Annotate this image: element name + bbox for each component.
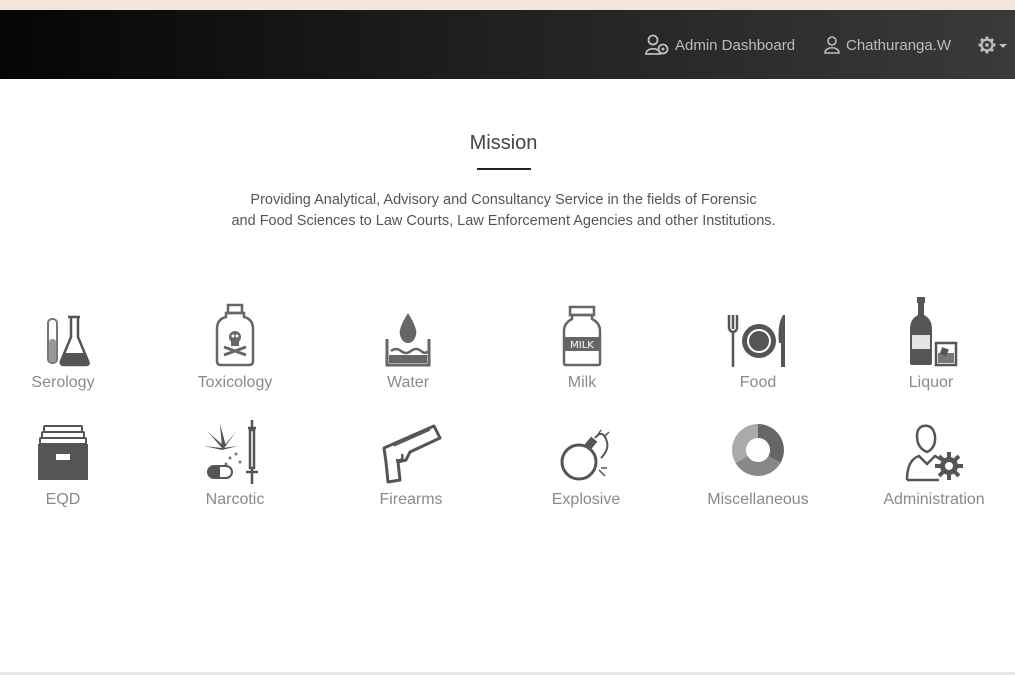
mission-line-2: and Food Sciences to Law Courts, Law Enf…: [231, 213, 776, 229]
category-serology[interactable]: Serology: [0, 297, 143, 407]
category-water[interactable]: Water: [328, 297, 488, 407]
username-label: Chathuranga.W: [846, 36, 952, 54]
donut-chart-icon: [723, 418, 793, 488]
svg-text:MILK: MILK: [570, 340, 594, 351]
category-label: Toxicology: [197, 374, 273, 391]
mission-title: Mission: [469, 132, 538, 154]
category-label: Water: [386, 374, 430, 391]
category-eqd[interactable]: EQD: [0, 414, 143, 524]
category-administration[interactable]: Administration: [854, 414, 1014, 524]
category-label: Liquor: [908, 374, 954, 391]
bottle-glass-icon: [896, 297, 966, 367]
water-drop-icon: [373, 305, 443, 375]
category-label: Miscellaneous: [707, 491, 809, 508]
category-label: EQD: [45, 491, 81, 508]
category-miscellaneous[interactable]: Miscellaneous: [678, 414, 838, 524]
admin-dashboard-label: Admin Dashboard: [675, 36, 796, 54]
top-strip: [0, 0, 1015, 10]
category-label: Firearms: [379, 491, 443, 508]
category-label: Explosive: [551, 491, 621, 508]
user-icon: [824, 36, 840, 54]
category-food[interactable]: Food: [678, 297, 838, 407]
mission-line-1: Providing Analytical, Advisory and Consu…: [250, 192, 757, 208]
category-label: Administration: [883, 491, 985, 508]
category-label: Narcotic: [205, 491, 265, 508]
category-explosive[interactable]: Explosive: [506, 414, 666, 524]
category-narcotic[interactable]: Narcotic: [155, 414, 315, 524]
test-tube-flask-icon: [28, 309, 98, 379]
bomb-icon: [551, 424, 621, 494]
poison-bottle-icon: [200, 303, 270, 373]
category-label: Milk: [567, 374, 597, 391]
admin-dashboard-link[interactable]: Admin Dashboard: [645, 34, 795, 56]
category-toxicology[interactable]: Toxicology: [155, 297, 315, 407]
mission-statement: Providing Analytical, Advisory and Consu…: [0, 190, 1007, 232]
admin-user-icon: [645, 34, 669, 56]
pistol-icon: [376, 420, 446, 490]
category-milk[interactable]: MILK Milk: [502, 297, 662, 407]
gear-icon: [978, 36, 996, 54]
category-label: Food: [739, 374, 777, 391]
admin-gear-icon: [899, 418, 969, 488]
category-liquor[interactable]: Liquor: [851, 297, 1011, 407]
file-drawer-icon: [28, 420, 98, 490]
plate-cutlery-icon: [723, 307, 793, 377]
navbar: Admin Dashboard Chathuranga.W: [0, 10, 1015, 79]
category-label: Serology: [31, 374, 95, 391]
cannabis-syringe-icon: [200, 418, 270, 488]
settings-dropdown[interactable]: [978, 34, 1007, 56]
category-firearms[interactable]: Firearms: [331, 414, 491, 524]
caret-down-icon: [999, 44, 1007, 48]
milk-bottle-icon: MILK: [547, 303, 617, 373]
mission-divider: [477, 168, 531, 170]
user-menu[interactable]: Chathuranga.W: [824, 34, 951, 56]
